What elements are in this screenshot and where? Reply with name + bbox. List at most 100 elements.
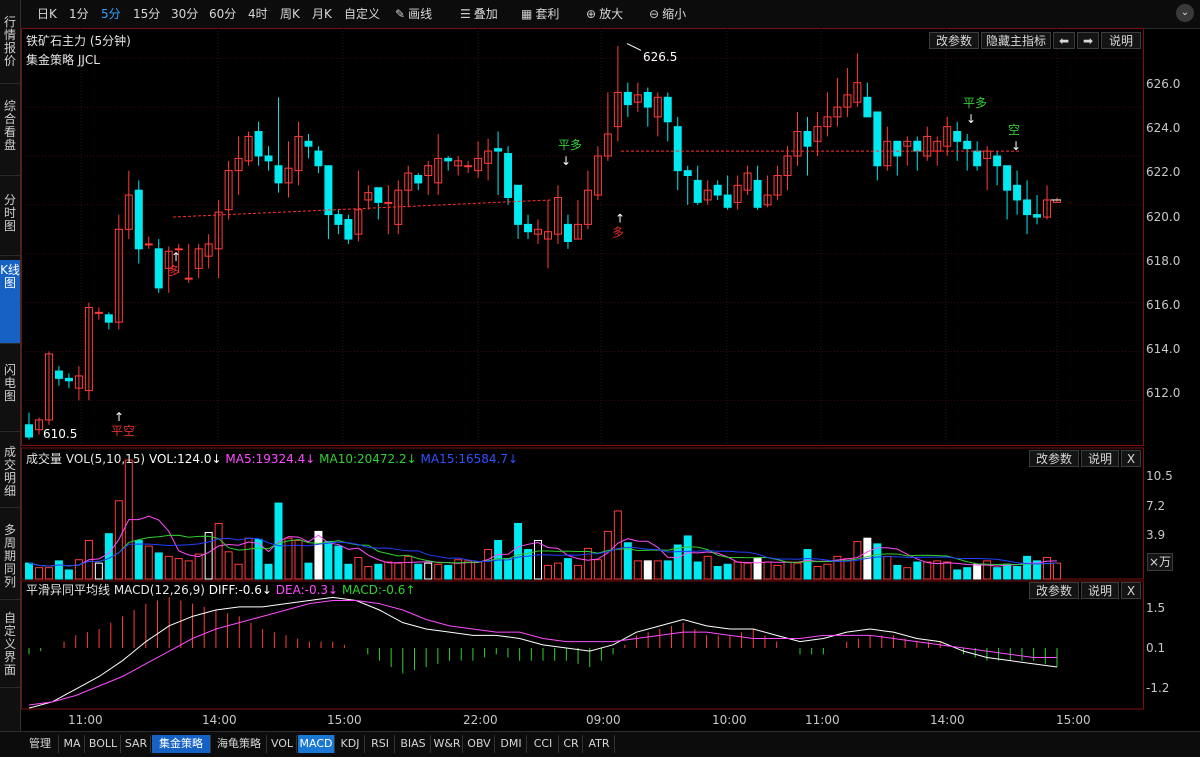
volume-bar-28	[304, 562, 313, 580]
volume-bar-51	[534, 539, 543, 580]
chevron-down-icon[interactable]: ⌄	[1176, 4, 1194, 22]
time-tick-5: 10:00	[712, 713, 747, 727]
signal-arrow-4: ↓	[966, 112, 976, 126]
sidebar-item-7[interactable]: 自定义界面	[0, 608, 20, 688]
volume-bar-35	[374, 563, 383, 580]
candle-body-64	[663, 96, 672, 123]
sidebar-item-0[interactable]: 行情报价	[0, 12, 20, 84]
volume-bar-49	[514, 522, 523, 580]
volume-bar-27	[294, 539, 303, 580]
volume-bar-98	[1003, 563, 1012, 580]
tab-13[interactable]: DMI	[496, 735, 527, 753]
signal-label-3: 多	[612, 226, 624, 240]
price-tick-2: 622.0	[1146, 165, 1181, 180]
volume-params-button[interactable]: 改参数	[1029, 450, 1079, 467]
hide-indicator-button[interactable]: 隐藏主指标	[981, 32, 1051, 49]
volume-ma10-line	[28, 534, 1058, 567]
period-3[interactable]: 15分	[133, 5, 160, 23]
sidebar-item-6[interactable]: 多周期同列	[0, 520, 20, 600]
volume-close-button[interactable]: X	[1121, 450, 1141, 467]
zoom-out-button[interactable]: ⊖ 缩小	[649, 5, 686, 23]
candle-body-101	[1033, 214, 1042, 218]
candle-body-44	[464, 165, 473, 168]
overlay-button[interactable]: ☰ 叠加	[460, 5, 498, 23]
macd-params-button[interactable]: 改参数	[1029, 582, 1079, 599]
signal-arrow-3: ↑	[615, 212, 625, 226]
period-6[interactable]: 4时	[248, 5, 268, 23]
volume-bar-94	[963, 567, 972, 580]
tab-2[interactable]: BOLL	[86, 735, 121, 753]
candle-body-99	[1013, 184, 1022, 201]
tab-1[interactable]: MA	[60, 735, 85, 753]
sidebar-item-1[interactable]: 综合看盘	[0, 96, 20, 176]
macd-close-button[interactable]: X	[1121, 582, 1141, 599]
tab-14[interactable]: CCI	[528, 735, 559, 753]
draw-line-button[interactable]: ✎ 画线	[395, 5, 432, 23]
tab-8[interactable]: KDJ	[336, 735, 365, 753]
period-7[interactable]: 周K	[280, 5, 300, 23]
period-9[interactable]: 自定义	[344, 5, 380, 23]
candle-body-8	[104, 314, 113, 323]
tab-7[interactable]: MACD	[298, 735, 335, 753]
candle-body-30	[324, 165, 333, 216]
zoom-in-icon: ⊕	[586, 7, 597, 21]
tab-6[interactable]: VOL	[268, 735, 297, 753]
volume-bar-26	[284, 537, 293, 580]
candle-body-0	[25, 424, 33, 438]
main-help-button[interactable]: 说明	[1101, 32, 1141, 49]
candle-body-98	[1003, 165, 1012, 191]
signal-label-2: 平多	[558, 138, 582, 152]
volume-bar-76	[783, 561, 792, 580]
tab-16[interactable]: ATR	[584, 735, 615, 753]
volume-ma10: MA10:20472.2↓	[319, 452, 417, 466]
arrow-right-icon[interactable]: ➡	[1077, 32, 1099, 49]
period-0[interactable]: 日K	[37, 5, 57, 23]
sidebar-item-3[interactable]: K线图	[0, 260, 20, 344]
macd-help-button[interactable]: 说明	[1081, 582, 1119, 599]
chart-area[interactable]: 626.5610.5 平空↑多↑平多↓多↑平多↓空↓	[21, 28, 1200, 731]
indicator-tabs: 管理 MA BOLL SAR 集金策略 海龟策略 VOL MACD KDJ RSI BIAS W&R O…	[0, 731, 1200, 757]
volume-bar-11	[134, 539, 143, 580]
tab-5[interactable]: 海龟策略	[212, 735, 267, 753]
period-2[interactable]: 5分	[101, 5, 121, 23]
arrow-left-icon[interactable]: ⬅	[1053, 32, 1075, 49]
candle-body-69	[713, 184, 722, 196]
tab-9[interactable]: RSI	[366, 735, 395, 753]
macd-tick-0: 1.5	[1146, 601, 1166, 615]
price-tick-1: 624.0	[1146, 121, 1181, 136]
sidebar-item-2[interactable]: 分时图	[0, 190, 20, 256]
volume-bar-21	[234, 563, 243, 580]
sidebar-item-5[interactable]: 成交明细	[0, 442, 20, 508]
sidebar-item-4[interactable]: 闪电图	[0, 360, 20, 432]
period-4[interactable]: 30分	[171, 5, 198, 23]
time-tick-7: 14:00	[930, 713, 965, 727]
tab-4[interactable]: 集金策略	[152, 735, 211, 753]
chart-icon: ▦	[521, 7, 533, 21]
volume-bar-57	[593, 559, 602, 580]
candle-body-95	[973, 150, 982, 167]
volume-bar-13	[154, 552, 163, 580]
tab-15[interactable]: CR	[560, 735, 583, 753]
period-5[interactable]: 60分	[209, 5, 236, 23]
volume-unit-label: ×万	[1147, 553, 1173, 571]
arbitrage-button[interactable]: ▦ 套利	[521, 5, 559, 23]
tab-0[interactable]: 管理	[22, 735, 59, 753]
main-params-button[interactable]: 改参数	[929, 32, 979, 49]
tab-3[interactable]: SAR	[122, 735, 151, 753]
tab-10[interactable]: BIAS	[396, 735, 431, 753]
volume-bar-62	[643, 560, 652, 580]
volume-bar-89	[913, 561, 922, 580]
zoom-in-button[interactable]: ⊕ 放大	[586, 5, 623, 23]
volume-bar-34	[364, 566, 373, 580]
price-tick-7: 612.0	[1146, 386, 1181, 401]
tab-11[interactable]: W&R	[432, 735, 463, 753]
tab-12[interactable]: OBV	[464, 735, 495, 753]
candle-body-84	[863, 96, 872, 118]
period-1[interactable]: 1分	[69, 5, 89, 23]
volume-bar-92	[943, 561, 952, 580]
volume-help-button[interactable]: 说明	[1081, 450, 1119, 467]
signal-label-5: 空	[1008, 123, 1020, 137]
volume-bar-56	[583, 547, 592, 580]
period-8[interactable]: 月K	[312, 5, 332, 23]
price-tick-3: 620.0	[1146, 209, 1181, 224]
